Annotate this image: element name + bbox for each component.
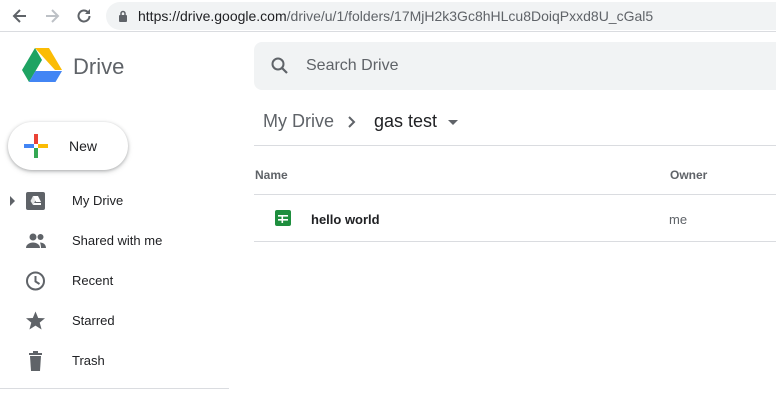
my-drive-icon [26,192,45,210]
url-path: /drive/u/1/folders/17MjH2k3Gc8hHLcu8Doiq… [286,8,654,24]
sidebar-item-label: Trash [72,353,105,368]
chevron-right-icon [348,116,356,128]
google-sheets-icon [275,210,291,226]
plus-icon [24,134,48,158]
file-owner: me [669,212,688,227]
url-text: https://drive.google.com/drive/u/1/folde… [138,8,653,24]
sidebar-item-recent[interactable]: Recent [0,261,228,301]
sidebar-item-shared-with-me[interactable]: Shared with me [0,221,228,261]
search-icon[interactable] [270,56,290,76]
sidebar-divider [0,388,229,389]
sidebar-item-starred[interactable]: Starred [0,301,228,341]
main-divider [254,145,776,146]
breadcrumb-current-folder[interactable]: gas test [374,111,437,132]
expand-arrow-icon[interactable] [10,196,15,206]
app-name[interactable]: Drive [73,54,124,80]
forward-arrow-icon[interactable] [42,6,62,26]
search-bar[interactable] [254,42,776,90]
sidebar-item-label: My Drive [72,193,124,208]
address-bar[interactable]: https://drive.google.com/drive/u/1/folde… [106,2,776,30]
sidebar-item-trash[interactable]: Trash [0,341,228,381]
breadcrumb-my-drive[interactable]: My Drive [263,111,334,132]
file-row[interactable]: hello world me [254,195,776,242]
back-arrow-icon[interactable] [10,6,30,26]
caret-down-icon[interactable] [448,120,458,125]
google-drive-logo[interactable] [22,48,62,89]
sidebar-item-label: Recent [72,273,114,288]
reload-icon[interactable] [74,6,94,26]
trash-icon [29,351,42,371]
file-name: hello world [311,212,380,227]
sidebar-item-label: Shared with me [72,233,163,248]
sidebar-item-my-drive[interactable]: My Drive [0,181,228,221]
clock-icon [26,271,45,291]
people-icon [26,233,46,248]
new-button[interactable]: New [8,122,128,170]
search-input[interactable] [306,42,746,90]
column-header-name[interactable]: Name [255,168,288,182]
url-host: https://drive.google.com [138,8,287,24]
new-button-label: New [69,138,98,154]
column-header-owner[interactable]: Owner [670,168,707,182]
sidebar-item-label: Starred [72,313,115,328]
lock-icon [119,10,127,22]
star-icon [26,311,45,330]
browser-toolbar: https://drive.google.com/drive/u/1/folde… [0,0,776,32]
